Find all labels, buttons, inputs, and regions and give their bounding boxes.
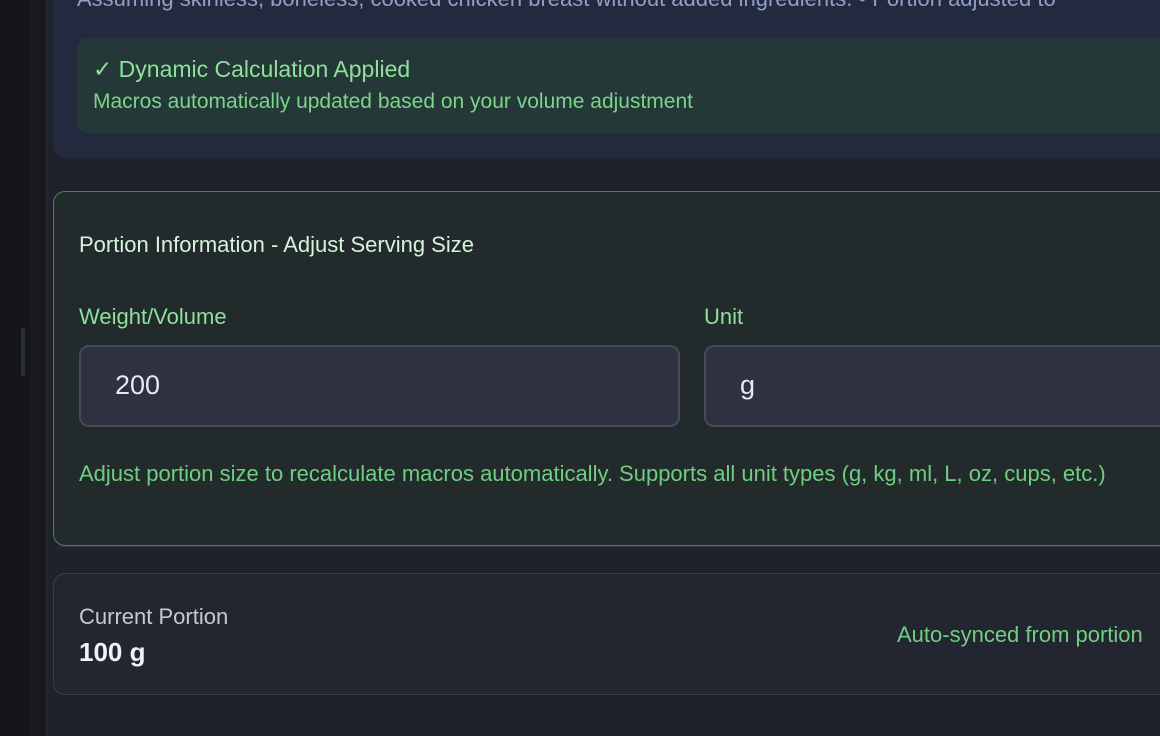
panel-divider <box>30 0 47 736</box>
analysis-note: Assuming skinless, boneless, cooked chic… <box>77 0 1160 12</box>
dynamic-calculation-description: Macros automatically updated based on yo… <box>93 90 693 113</box>
dynamic-calculation-notice: ✓ Dynamic Calculation Applied Macros aut… <box>77 38 1160 133</box>
portion-help-text: Adjust portion size to recalculate macro… <box>79 461 1106 486</box>
unit-select[interactable]: g <box>704 345 1160 427</box>
card-separator <box>55 546 1160 555</box>
current-portion-card: Current Portion 100 g Auto-synced from p… <box>53 573 1160 695</box>
current-portion-value: 100 g <box>79 637 146 667</box>
resize-handle[interactable] <box>21 328 25 376</box>
weight-volume-input[interactable]: 200 <box>79 345 680 427</box>
app-window: Assuming skinless, boneless, cooked chic… <box>0 0 1160 736</box>
weight-volume-label: Weight/Volume <box>79 304 227 329</box>
current-portion-label: Current Portion <box>79 604 229 629</box>
auto-sync-note: Auto-synced from portion <box>897 622 1143 647</box>
analysis-card: Assuming skinless, boneless, cooked chic… <box>53 0 1160 158</box>
unit-label: Unit <box>704 304 744 329</box>
left-rail <box>0 0 30 736</box>
portion-information-card: Portion Information - Adjust Serving Siz… <box>53 191 1160 546</box>
portion-card-title: Portion Information - Adjust Serving Siz… <box>79 232 474 257</box>
main-content: Assuming skinless, boneless, cooked chic… <box>47 0 1160 736</box>
dynamic-calculation-title: ✓ Dynamic Calculation Applied <box>93 56 411 82</box>
